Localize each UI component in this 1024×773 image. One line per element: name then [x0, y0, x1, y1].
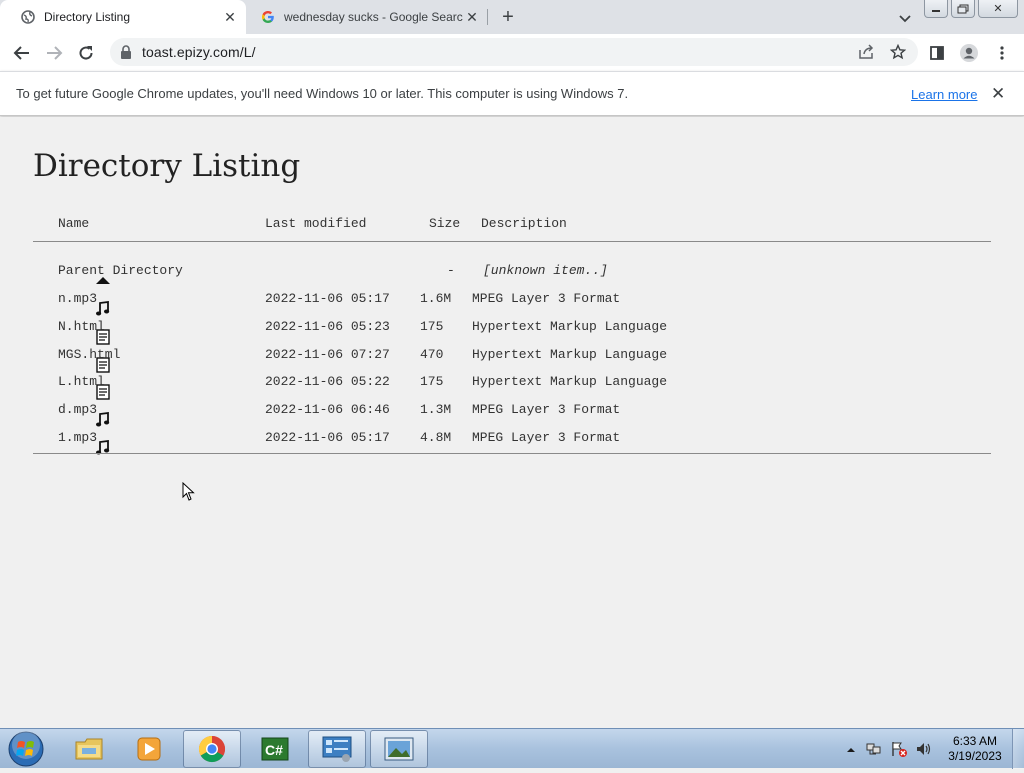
google-g-icon	[260, 9, 276, 25]
row-date: 2022-11-06 05:22	[265, 374, 390, 389]
row-date: 2022-11-06 05:17	[265, 291, 390, 306]
forward-arrow-icon[interactable]	[43, 42, 65, 64]
up-arrow-icon[interactable]	[33, 258, 111, 284]
file-link[interactable]: L.html	[58, 374, 105, 389]
new-tab-button[interactable]: +	[498, 6, 518, 28]
back-arrow-icon[interactable]	[11, 42, 33, 64]
table-row: n.mp3 2022-11-06 05:17 1.6M MPEG Layer 3…	[33, 290, 991, 316]
tab-title: wednesday sucks - Google Searc	[284, 10, 463, 24]
document-icon[interactable]	[33, 369, 111, 400]
tab-title: Directory Listing	[44, 10, 131, 24]
bookmark-star-icon[interactable]	[889, 43, 907, 60]
footer-divider	[33, 453, 991, 454]
file-link[interactable]: 1.mp3	[58, 430, 97, 445]
show-desktop-button[interactable]	[1012, 729, 1024, 769]
control-panel-icon[interactable]	[308, 730, 366, 768]
tab-google-search[interactable]: wednesday sucks - Google Searc ✕	[250, 0, 488, 34]
music-note-icon[interactable]	[33, 286, 110, 316]
table-row: d.mp3 2022-11-06 06:46 1.3M MPEG Layer 3…	[33, 401, 991, 427]
row-size: 470	[420, 347, 444, 362]
page-content: Directory Listing Name Last modified Siz…	[0, 117, 1024, 728]
tab-directory-listing[interactable]: Directory Listing ✕	[0, 0, 246, 34]
file-link[interactable]: d.mp3	[58, 402, 97, 417]
browser-toolbar: toast.epizy.com/L/	[0, 34, 1024, 71]
row-date: 2022-11-06 05:17	[265, 430, 390, 445]
file-link[interactable]: n.mp3	[58, 291, 97, 306]
row-size: 175	[420, 319, 444, 334]
music-note-icon[interactable]	[33, 425, 110, 455]
page-title: Directory Listing	[33, 148, 301, 184]
profile-avatar-icon[interactable]	[958, 42, 980, 64]
kebab-menu-icon[interactable]	[991, 42, 1013, 64]
share-icon[interactable]	[858, 44, 874, 60]
row-date: 2022-11-06 06:46	[265, 402, 390, 417]
window-controls: ✕	[924, 0, 1024, 18]
column-header-size[interactable]: Size	[429, 216, 460, 232]
url-text[interactable]: toast.epizy.com/L/	[142, 44, 256, 60]
row-date: 2022-11-06 07:27	[265, 347, 390, 362]
tab-separator	[487, 9, 488, 25]
table-row: N.html 2022-11-06 05:23 175 Hypertext Ma…	[33, 318, 991, 345]
image-viewer-icon[interactable]	[370, 730, 428, 768]
parent-directory-link[interactable]: Parent Directory	[58, 263, 183, 278]
reload-icon[interactable]	[75, 42, 97, 64]
file-explorer-icon[interactable]	[60, 730, 118, 768]
lock-icon[interactable]	[120, 45, 132, 64]
table-row: MGS.html 2022-11-06 07:27 470 Hypertext …	[33, 346, 991, 373]
restore-button[interactable]	[951, 0, 975, 18]
row-description: Hypertext Markup Language	[472, 347, 668, 362]
volume-icon[interactable]	[915, 741, 931, 762]
document-icon[interactable]	[33, 342, 111, 373]
learn-more-link[interactable]: Learn more	[911, 87, 977, 102]
address-bar[interactable]: toast.epizy.com/L/	[110, 38, 918, 66]
row-description: Hypertext Markup Language	[472, 319, 668, 334]
music-note-icon[interactable]	[33, 397, 110, 427]
globe-icon	[20, 9, 36, 25]
show-hidden-icons-icon[interactable]	[846, 742, 856, 760]
row-size: 1.3M	[420, 402, 452, 417]
close-tab-icon[interactable]: ✕	[222, 9, 238, 25]
windows-taskbar: C# 6:33 AM 3/19/2023	[0, 728, 1024, 769]
action-center-flag-icon[interactable]	[890, 740, 908, 763]
table-row: L.html 2022-11-06 05:22 175 Hypertext Ma…	[33, 373, 991, 400]
clock-time: 6:33 AM	[952, 734, 998, 748]
media-player-icon[interactable]	[120, 730, 178, 768]
row-size: 4.8M	[420, 430, 452, 445]
row-description: Hypertext Markup Language	[472, 374, 668, 389]
minimize-button[interactable]	[924, 0, 948, 18]
table-row: 1.mp3 2022-11-06 05:17 4.8M MPEG Layer 3…	[33, 429, 991, 455]
close-window-button[interactable]: ✕	[978, 0, 1018, 18]
tab-strip: Directory Listing ✕ wednesday sucks - Go…	[0, 0, 1024, 34]
chevron-down-icon[interactable]	[896, 9, 914, 27]
row-size: -	[447, 263, 455, 278]
column-header-description[interactable]: Description	[481, 216, 567, 232]
chrome-icon[interactable]	[183, 730, 241, 768]
row-description: [unknown item..]	[483, 263, 608, 278]
row-date: 2022-11-06 05:23	[265, 319, 390, 334]
row-description: MPEG Layer 3 Format	[472, 402, 621, 417]
svg-text:C#: C#	[265, 742, 283, 758]
close-tab-icon[interactable]: ✕	[464, 9, 480, 25]
document-icon[interactable]	[33, 314, 111, 345]
row-size: 175	[420, 374, 444, 389]
network-icon[interactable]	[866, 740, 882, 761]
row-description: MPEG Layer 3 Format	[472, 430, 621, 445]
file-link[interactable]: N.html	[58, 319, 105, 334]
update-infobar: To get future Google Chrome updates, you…	[0, 71, 1024, 116]
column-header-last-modified[interactable]: Last modified	[265, 216, 366, 232]
row-size: 1.6M	[420, 291, 452, 306]
table-row: Parent Directory - [unknown item..]	[33, 262, 991, 284]
clock-date: 3/19/2023	[948, 749, 1002, 763]
file-link[interactable]: MGS.html	[58, 347, 120, 362]
taskbar-clock[interactable]: 6:33 AM 3/19/2023	[940, 734, 1010, 764]
side-panel-icon[interactable]	[926, 42, 948, 64]
close-icon[interactable]: ✕	[991, 84, 1005, 104]
infobar-message: To get future Google Chrome updates, you…	[16, 86, 629, 101]
row-description: MPEG Layer 3 Format	[472, 291, 621, 306]
csharp-ide-icon[interactable]: C#	[246, 730, 304, 768]
column-header-name[interactable]: Name	[58, 216, 89, 232]
mouse-pointer-icon	[182, 481, 196, 507]
start-orb-icon[interactable]	[6, 730, 46, 768]
header-divider	[33, 241, 991, 242]
